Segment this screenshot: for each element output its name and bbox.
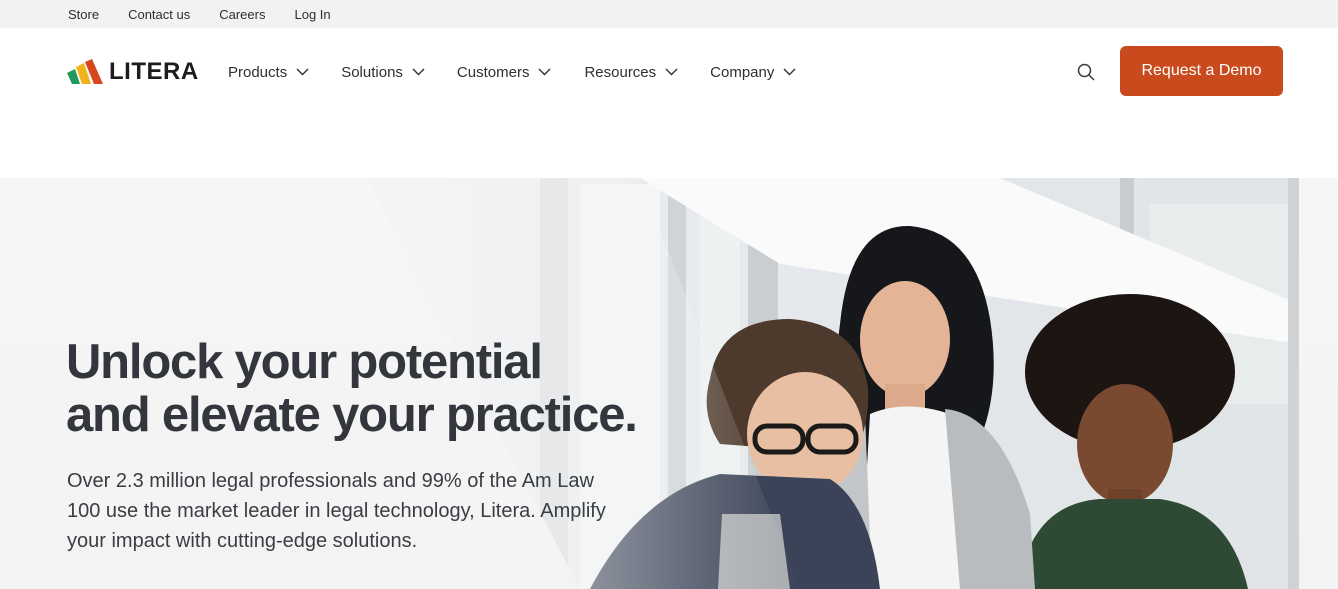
utility-link-contact[interactable]: Contact us — [128, 7, 190, 22]
nav-solutions[interactable]: Solutions — [341, 64, 425, 81]
nav-solutions-label: Solutions — [341, 63, 403, 81]
main-header: LITERA Products Solutions Customers Reso… — [0, 28, 1338, 114]
chevron-down-icon — [412, 68, 425, 76]
chevron-down-icon — [665, 68, 678, 76]
nav-products-label: Products — [228, 63, 288, 81]
search-icon — [1077, 63, 1095, 81]
nav-company[interactable]: Company — [710, 64, 796, 81]
utility-bar: Store Contact us Careers Log In — [0, 0, 1338, 28]
chevron-down-icon — [296, 68, 309, 76]
hero-title-line-1: Unlock your potential — [66, 335, 543, 389]
chevron-down-icon — [783, 68, 796, 76]
brand-name: LITERA — [109, 58, 199, 85]
utility-link-careers[interactable]: Careers — [219, 7, 265, 22]
hero-section: Unlock your potential and elevate your p… — [0, 114, 1338, 589]
nav-resources-label: Resources — [584, 63, 657, 81]
logo-mark-icon — [67, 59, 103, 84]
utility-link-store[interactable]: Store — [68, 7, 99, 22]
search-button[interactable] — [1076, 62, 1096, 82]
utility-link-login[interactable]: Log In — [294, 7, 330, 22]
nav-company-label: Company — [710, 63, 775, 81]
primary-nav: Products Solutions Customers Resources C… — [228, 60, 796, 84]
chevron-down-icon — [538, 68, 551, 76]
nav-resources[interactable]: Resources — [584, 64, 678, 81]
hero-title: Unlock your potential and elevate your p… — [66, 336, 686, 442]
request-demo-button[interactable]: Request a Demo — [1120, 46, 1283, 96]
nav-products[interactable]: Products — [228, 64, 309, 81]
nav-customers[interactable]: Customers — [457, 64, 552, 81]
hero-title-line-2: and elevate your practice. — [66, 388, 638, 442]
brand-logo[interactable]: LITERA — [67, 58, 199, 86]
hero-subtitle: Over 2.3 million legal professionals and… — [67, 470, 606, 552]
nav-customers-label: Customers — [456, 63, 530, 81]
